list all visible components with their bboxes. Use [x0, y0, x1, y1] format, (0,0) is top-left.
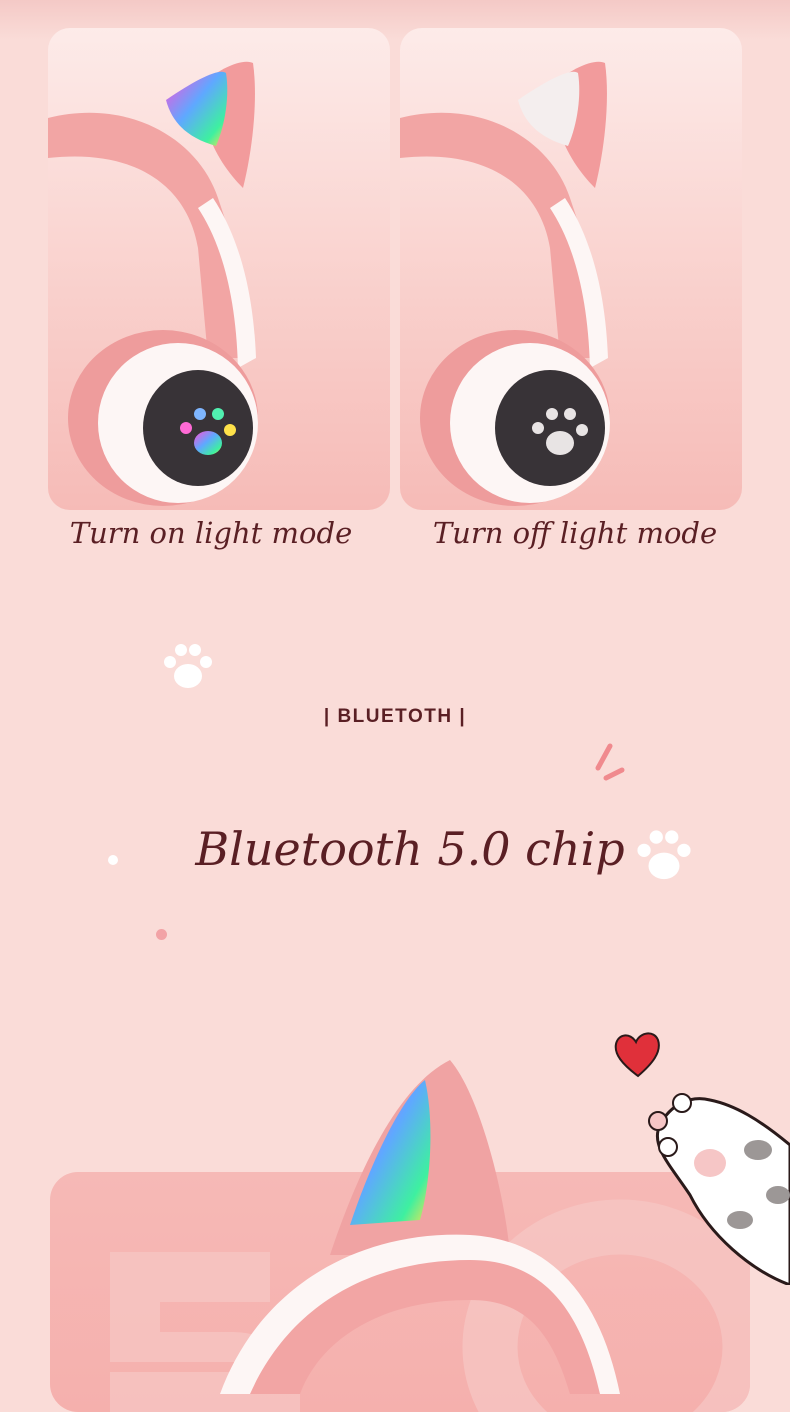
light-on-caption: Turn on light mode	[69, 516, 353, 550]
light-off-caption: Turn off light mode	[432, 516, 718, 550]
headphone-light-on-illustration	[48, 61, 258, 506]
paw-icon	[637, 830, 691, 880]
decor-dot	[156, 929, 167, 940]
light-on-card	[48, 28, 390, 510]
sparkle-icon	[595, 743, 625, 781]
paw-icon	[164, 644, 212, 688]
light-off-card	[400, 28, 742, 510]
section-label: | BLUETOTH |	[323, 706, 467, 727]
cat-ear-headphone-illustration	[220, 1060, 620, 1394]
headphone-light-off-illustration	[400, 61, 610, 506]
cat-paw-illustration	[648, 1093, 790, 1285]
